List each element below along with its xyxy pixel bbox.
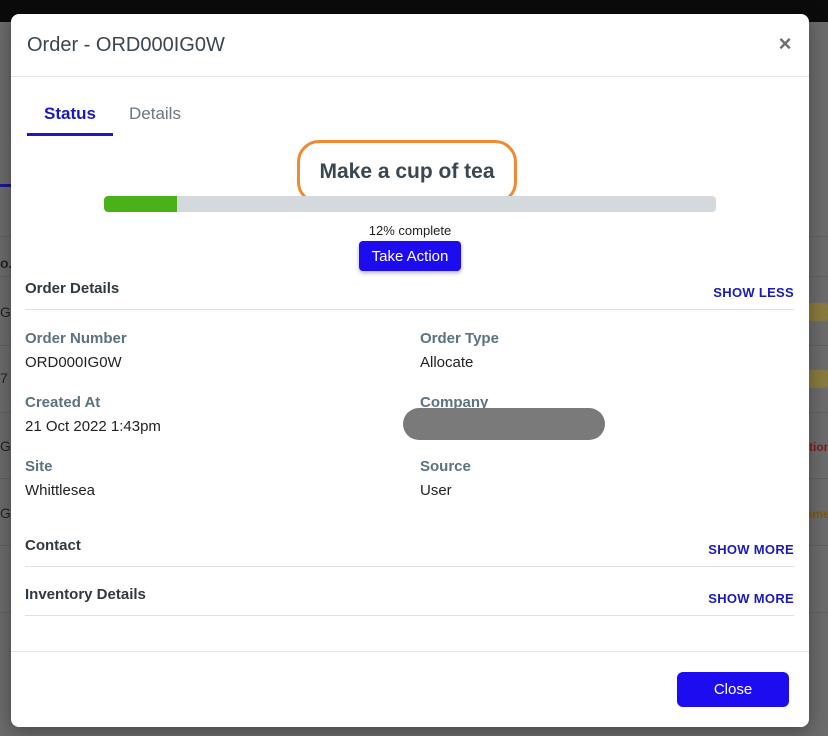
contact-section-header: Contact SHOW MORE <box>25 537 794 567</box>
background-row-text: G <box>0 505 11 521</box>
close-icon[interactable]: × <box>775 33 795 55</box>
close-button[interactable]: Close <box>677 672 789 707</box>
progress-bar <box>104 196 716 212</box>
source-label: Source <box>420 458 471 475</box>
inventory-section-header: Inventory Details SHOW MORE <box>25 586 794 616</box>
order-modal: Order - ORD000IG0W × Status Details Make… <box>11 14 809 727</box>
background-row-text: G <box>0 304 11 320</box>
progress-bar-fill <box>104 196 178 212</box>
inventory-details-title: Inventory Details <box>25 586 146 603</box>
background-row-text: 7 <box>0 370 8 386</box>
modal-title: Order - ORD000IG0W <box>27 34 225 56</box>
contact-title: Contact <box>25 537 81 554</box>
site-value: Whittlesea <box>25 482 96 499</box>
order-type-label: Order Type <box>420 330 499 347</box>
created-at-value: 21 Oct 2022 1:43pm <box>25 418 161 435</box>
status-step-title-text: Make a cup of tea <box>319 160 495 183</box>
order-number-label: Order Number <box>25 330 127 347</box>
background-status-pill <box>808 370 828 388</box>
show-less-link[interactable]: SHOW LESS <box>713 285 794 300</box>
progress-label: 12% complete <box>368 223 452 238</box>
background-status-text: ime <box>809 507 828 521</box>
site-label: Site <box>25 458 53 475</box>
take-action-button[interactable]: Take Action <box>359 241 461 271</box>
order-number-value: ORD000IG0W <box>25 354 122 371</box>
background-status-text: tion <box>809 440 828 454</box>
order-type-value: Allocate <box>420 354 474 371</box>
order-details-section-header: Order Details SHOW LESS <box>25 280 794 310</box>
background-row-text: G <box>0 438 11 454</box>
inventory-show-more-link[interactable]: SHOW MORE <box>708 591 794 606</box>
tab-status[interactable]: Status <box>27 104 113 136</box>
order-details-title: Order Details <box>25 280 120 297</box>
company-value-redacted <box>403 408 605 440</box>
created-at-label: Created At <box>25 394 101 411</box>
tab-details[interactable]: Details <box>129 104 181 124</box>
background-status-pill <box>808 303 828 321</box>
modal-header: Order - ORD000IG0W × <box>11 14 809 77</box>
contact-show-more-link[interactable]: SHOW MORE <box>708 542 794 557</box>
status-step-title: Make a cup of tea <box>297 140 517 204</box>
source-value: User <box>420 482 452 499</box>
